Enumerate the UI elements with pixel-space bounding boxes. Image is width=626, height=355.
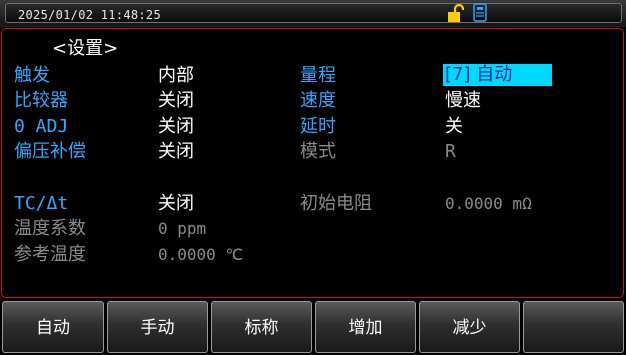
comparator-value[interactable]: 关闭 — [158, 91, 194, 111]
datetime-box: 2025/01/02 11:48:25 — [5, 3, 622, 23]
range-value[interactable]: [7] 自动 — [443, 64, 552, 86]
comparator-label: 比较器 — [14, 90, 68, 111]
datetime-display: 2025/01/02 11:48:25 — [18, 8, 161, 22]
ref-temp-value: 0.0000 ℃ — [158, 245, 244, 264]
offset-comp-value[interactable]: 关闭 — [158, 142, 194, 162]
temp-coefficient-label: 温度系数 — [14, 218, 86, 239]
unlock-icon — [448, 4, 464, 22]
range-label: 量程 — [300, 65, 336, 86]
zero-adj-value[interactable]: 关闭 — [158, 117, 194, 137]
trigger-label: 触发 — [14, 65, 50, 86]
zero-adj-label: 0 ADJ — [14, 116, 69, 137]
softkey-decrease[interactable]: 减少 — [419, 301, 520, 353]
initial-resistance-value: 0.0000 mΩ — [445, 194, 532, 213]
speed-value[interactable]: 慢速 — [445, 91, 481, 111]
mode-value: R — [445, 141, 456, 162]
page-title: <设置> — [52, 38, 119, 59]
softkey-bar: 自动 手动 标称 增加 减少 — [0, 301, 626, 355]
usb-icon — [473, 3, 487, 22]
mode-label: 模式 — [300, 141, 336, 162]
softkey-blank[interactable] — [523, 301, 624, 353]
softkey-manual[interactable]: 手动 — [107, 301, 208, 353]
delay-label: 延时 — [300, 116, 336, 137]
initial-resistance-label: 初始电阻 — [300, 193, 372, 214]
softkey-increase[interactable]: 增加 — [315, 301, 416, 353]
status-bar: 2025/01/02 11:48:25 — [0, 0, 626, 27]
softkey-nominal[interactable]: 标称 — [211, 301, 312, 353]
delay-value[interactable]: 关 — [445, 117, 463, 137]
tc-value[interactable]: 关闭 — [158, 194, 194, 214]
trigger-value[interactable]: 内部 — [158, 66, 194, 86]
speed-label: 速度 — [300, 90, 336, 111]
offset-comp-label: 偏压补偿 — [14, 141, 86, 162]
ref-temp-label: 参考温度 — [14, 244, 86, 265]
tc-label: TC/Δt — [14, 193, 69, 214]
softkey-auto[interactable]: 自动 — [2, 301, 104, 353]
temp-coefficient-value: 0 ppm — [158, 219, 207, 238]
settings-panel: <设置> 触发 内部 量程 [7] 自动 比较器 关闭 速度 慢速 0 ADJ … — [1, 28, 624, 298]
